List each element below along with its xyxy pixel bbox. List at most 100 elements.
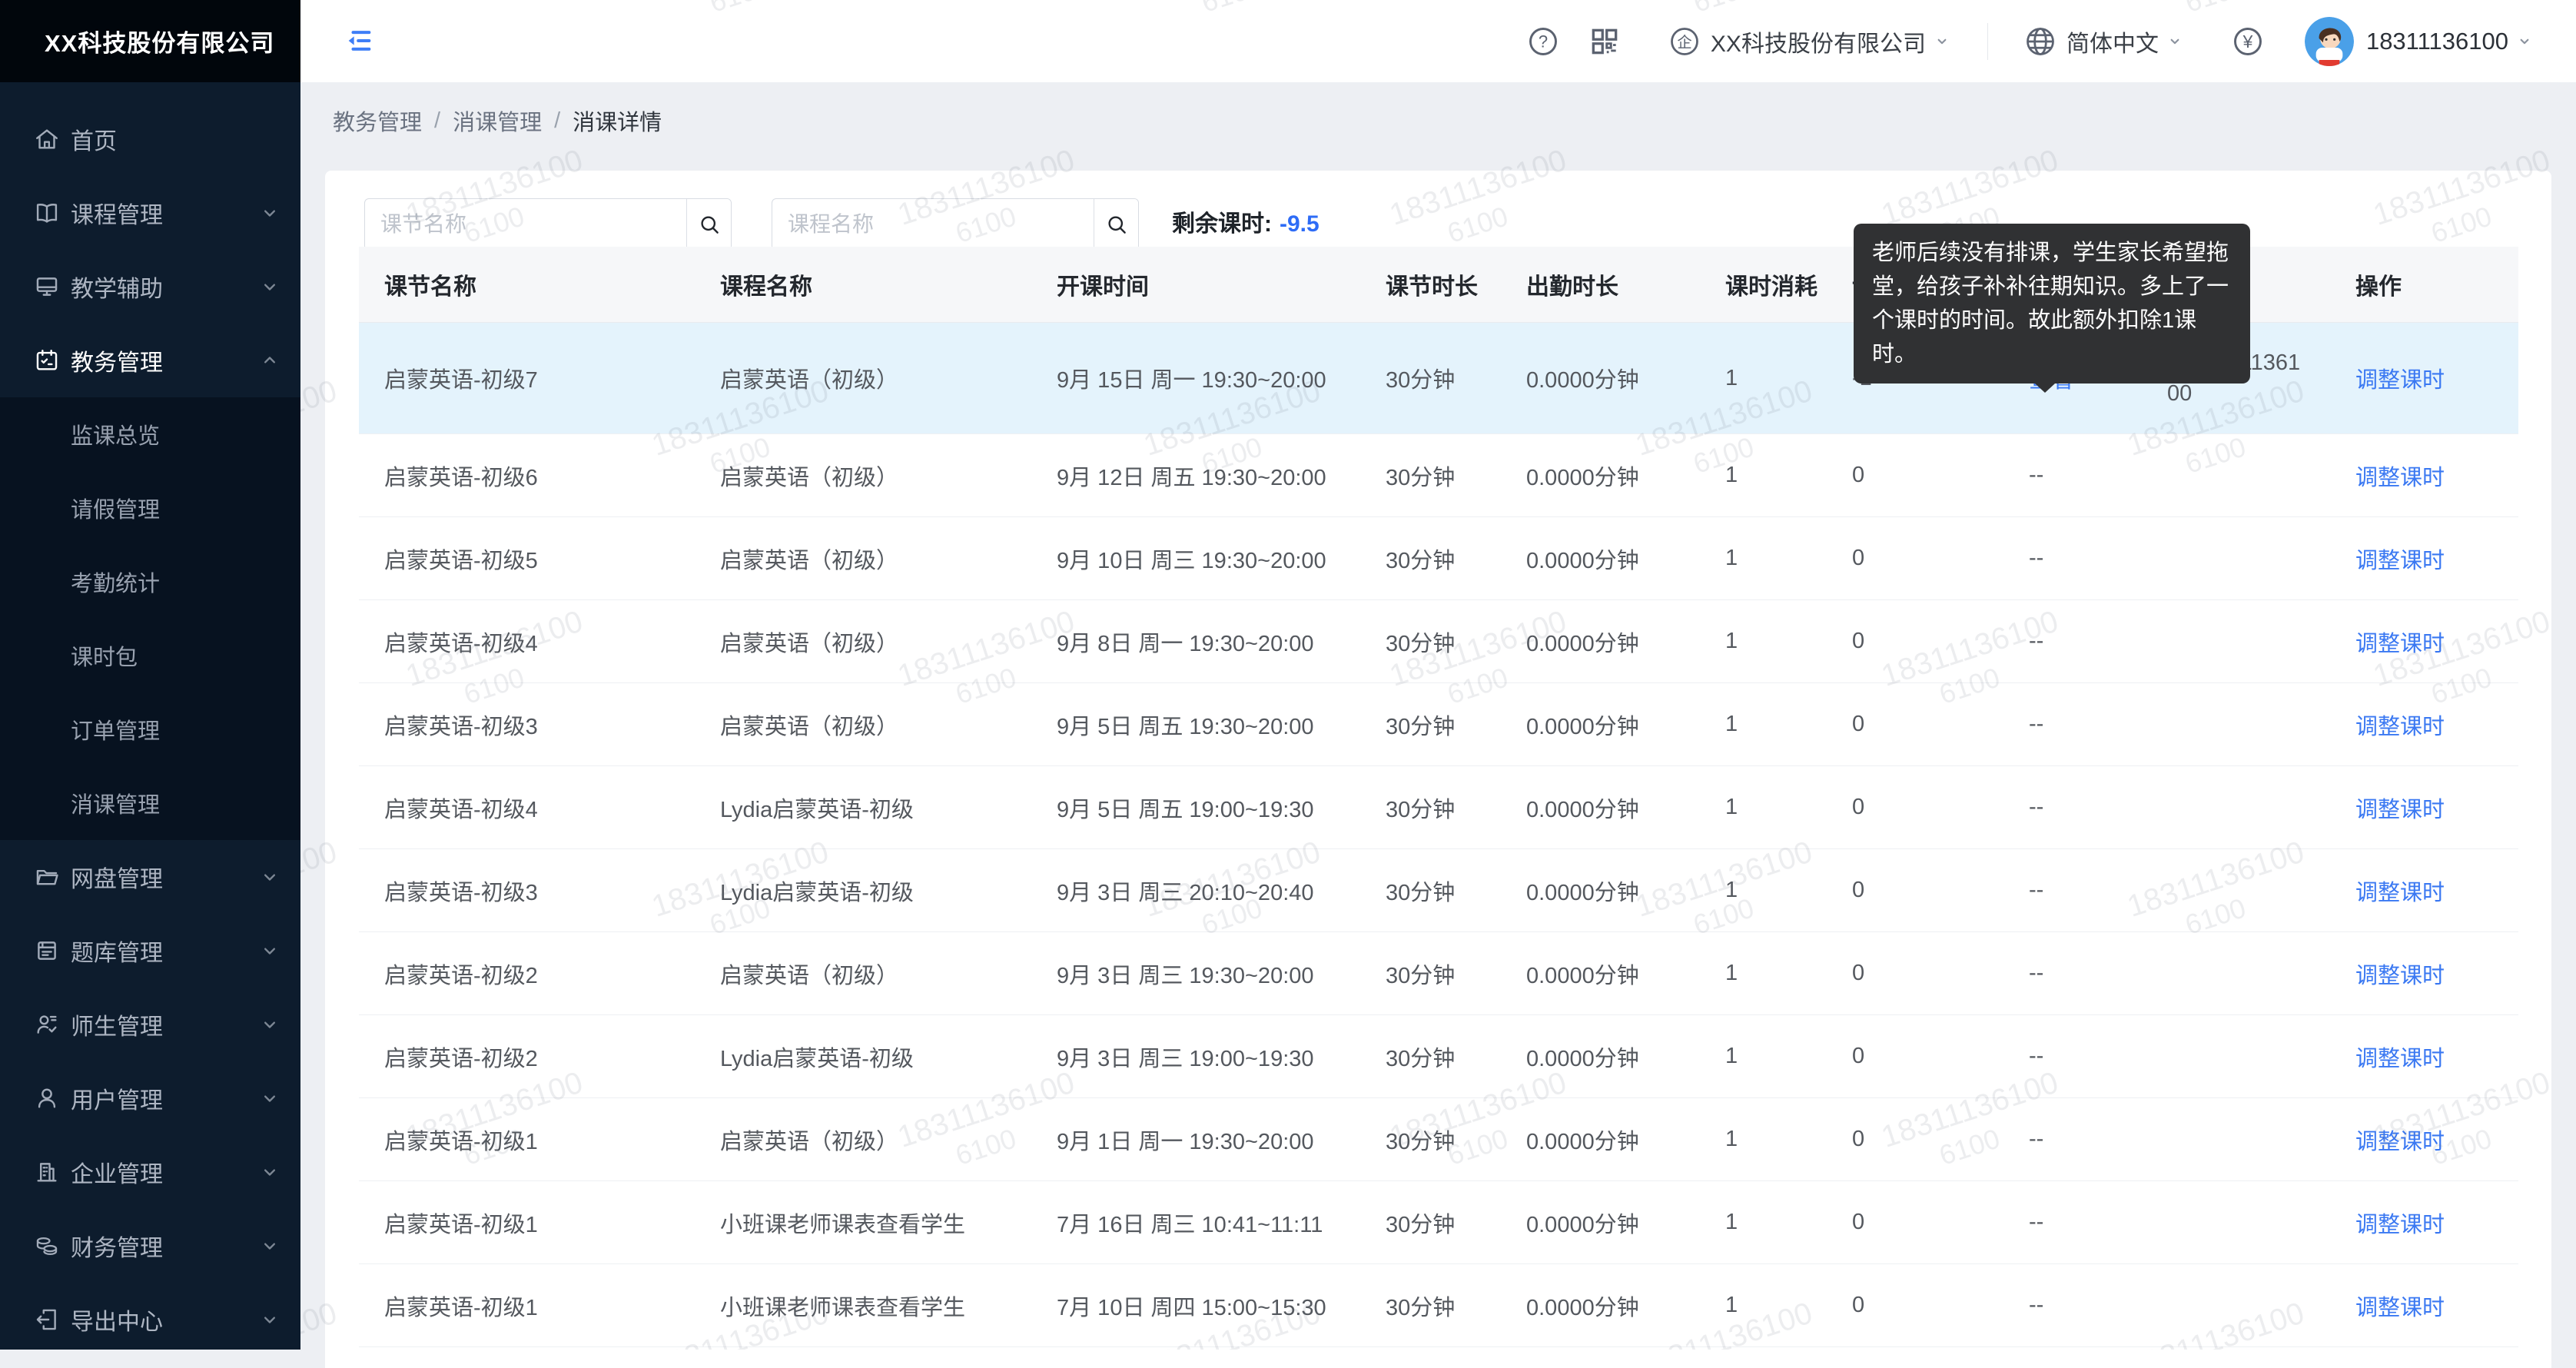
cell-action: 调整课时 <box>2330 1207 2518 1239</box>
adjust-hours-link[interactable]: 调整课时 <box>2355 964 2445 988</box>
cell-action: 调整课时 <box>2330 792 2518 824</box>
table-row: 启蒙英语-初级1 小班课老师课表查看学生 7月 10日 周四 15:00~15:… <box>359 1264 2518 1347</box>
submenu-item-label: 消课管理 <box>71 787 160 819</box>
sidebar-item-label: 用户管理 <box>71 1081 163 1115</box>
session-search-input[interactable] <box>365 199 686 250</box>
cell-adjust: 0 <box>1827 546 2003 571</box>
sidebar-item-teaching-aid[interactable]: 教学辅助 <box>0 250 300 324</box>
adjust-hours-link[interactable]: 调整课时 <box>2355 549 2445 573</box>
cell-consumed: 1 <box>1700 1127 1827 1152</box>
cell-action: 调整课时 <box>2330 1124 2518 1156</box>
sidebar-item-label: 首页 <box>71 122 117 156</box>
cell-action: 调整课时 <box>2330 1290 2518 1322</box>
sidebar-item-netdisk[interactable]: 网盘管理 <box>0 840 300 914</box>
cell-time: 9月 12日 周五 19:30~20:00 <box>1031 460 1360 492</box>
submenu-item-orders[interactable]: 订单管理 <box>0 692 300 766</box>
cell-course: 小班课老师课表查看学生 <box>695 1207 1031 1239</box>
cell-duration: 30分钟 <box>1360 1124 1501 1156</box>
sidebar-item-teacher-student[interactable]: 师生管理 <box>0 988 300 1061</box>
cell-consumed: 1 <box>1700 546 1827 571</box>
cell-session: 启蒙英语-初级5 <box>359 543 695 575</box>
adjust-hours-link[interactable]: 调整课时 <box>2355 632 2445 656</box>
adjust-hours-link[interactable]: 调整课时 <box>2355 1296 2445 1320</box>
qr-code-icon[interactable] <box>1588 25 1622 58</box>
session-search-button[interactable] <box>686 199 731 250</box>
cell-session: 启蒙英语-初级1 <box>359 1290 695 1322</box>
breadcrumb-item[interactable]: 教务管理 <box>333 105 422 137</box>
cell-note: -- <box>2003 795 2142 820</box>
cell-attendance: 0.0000分钟 <box>1501 1124 1700 1156</box>
cell-adjust: 0 <box>1827 1127 2003 1152</box>
adjust-hours-link[interactable]: 调整课时 <box>2355 798 2445 822</box>
breadcrumb-item[interactable]: 消课管理 <box>453 105 542 137</box>
sidebar-item-label: 导出中心 <box>71 1303 163 1336</box>
cell-course: Lydia启蒙英语-初级 <box>695 875 1031 907</box>
adjust-hours-link[interactable]: 调整课时 <box>2355 466 2445 490</box>
company-logo: XX科技股份有限公司 <box>0 0 300 82</box>
chevron-up-icon <box>259 350 281 371</box>
sidebar-item-courses[interactable]: 课程管理 <box>0 176 300 250</box>
adjust-hours-link[interactable]: 调整课时 <box>2355 1130 2445 1154</box>
chevron-down-icon <box>1932 32 1952 51</box>
chevron-down-icon <box>259 1161 281 1183</box>
sidebar-item-label: 课程管理 <box>71 196 163 230</box>
calendar-icon <box>34 347 60 374</box>
course-search <box>772 198 1139 251</box>
account-menu[interactable]: 18311136100 <box>2354 28 2535 55</box>
adjust-hours-link[interactable]: 调整课时 <box>2355 715 2445 739</box>
topbar: ? 企 XX科技股份有限公司 简体中文 ¥ 18311136100 <box>300 0 2576 82</box>
cell-time: 9月 8日 周一 19:30~20:00 <box>1031 626 1360 658</box>
col-header-session: 课节名称 <box>359 267 695 301</box>
company-switcher[interactable]: 企 XX科技股份有限公司 <box>1668 25 1952 58</box>
course-search-input[interactable] <box>772 199 1094 250</box>
adjust-hours-link[interactable]: 调整课时 <box>2355 1047 2445 1071</box>
cell-note: -- <box>2003 961 2142 986</box>
help-icon[interactable]: ? <box>1526 25 1560 58</box>
currency-icon[interactable]: ¥ <box>2231 25 2265 58</box>
language-switcher[interactable]: 简体中文 <box>2023 25 2185 58</box>
cell-action: 调整课时 <box>2330 875 2518 907</box>
cell-attendance: 0.0000分钟 <box>1501 543 1700 575</box>
adjust-hours-link[interactable]: 调整课时 <box>2355 881 2445 905</box>
sidebar-item-finance[interactable]: 财务管理 <box>0 1209 300 1283</box>
cell-attendance: 0.0000分钟 <box>1501 362 1700 394</box>
cell-consumed: 1 <box>1700 712 1827 737</box>
chevron-down-icon <box>2515 32 2535 51</box>
sidebar-item-export-center[interactable]: 导出中心 <box>0 1283 300 1356</box>
table-row: 启蒙英语-初级4 Lydia启蒙英语-初级 9月 5日 周五 19:00~19:… <box>359 766 2518 849</box>
svg-text:企: 企 <box>1677 34 1691 51</box>
cell-duration: 30分钟 <box>1360 1207 1501 1239</box>
collapse-sidebar-icon[interactable] <box>344 25 374 56</box>
cell-attendance: 0.0000分钟 <box>1501 1290 1700 1322</box>
course-search-button[interactable] <box>1094 199 1138 250</box>
sidebar-item-academic[interactable]: 教务管理 <box>0 324 300 397</box>
submenu-item-label: 考勤统计 <box>71 566 160 598</box>
company-name: XX科技股份有限公司 <box>45 24 274 58</box>
adjust-hours-link[interactable]: 调整课时 <box>2355 368 2445 393</box>
submenu-item-hour-package[interactable]: 课时包 <box>0 619 300 692</box>
submenu-item-attendance[interactable]: 考勤统计 <box>0 545 300 619</box>
coins-icon <box>34 1233 60 1259</box>
submenu-item-label: 监课总览 <box>71 418 160 450</box>
submenu-item-monitor-overview[interactable]: 监课总览 <box>0 397 300 471</box>
sidebar-item-home[interactable]: 首页 <box>0 102 300 176</box>
cell-course: Lydia启蒙英语-初级 <box>695 1041 1031 1073</box>
cell-consumed: 1 <box>1700 961 1827 986</box>
sidebar-item-enterprise[interactable]: 企业管理 <box>0 1135 300 1209</box>
submenu-item-label: 订单管理 <box>71 713 160 745</box>
cell-duration: 30分钟 <box>1360 626 1501 658</box>
adjust-hours-link[interactable]: 调整课时 <box>2355 1213 2445 1237</box>
table-row: 启蒙英语-初级6 启蒙英语（初级） 9月 12日 周五 19:30~20:00 … <box>359 434 2518 517</box>
avatar[interactable] <box>2305 17 2354 66</box>
building-icon <box>34 1159 60 1185</box>
sidebar-item-label: 教学辅助 <box>71 270 163 304</box>
sidebar-item-question-bank[interactable]: 题库管理 <box>0 914 300 988</box>
sidebar-item-users[interactable]: 用户管理 <box>0 1061 300 1135</box>
user-icon <box>34 1085 60 1111</box>
topbar-divider <box>1987 23 1988 60</box>
avatar-image <box>2305 17 2354 66</box>
submenu-item-leave[interactable]: 请假管理 <box>0 471 300 545</box>
cell-operator <box>2142 878 2330 903</box>
submenu-item-lesson-consume[interactable]: 消课管理 <box>0 766 300 840</box>
cell-course: 启蒙英语（初级） <box>695 709 1031 741</box>
